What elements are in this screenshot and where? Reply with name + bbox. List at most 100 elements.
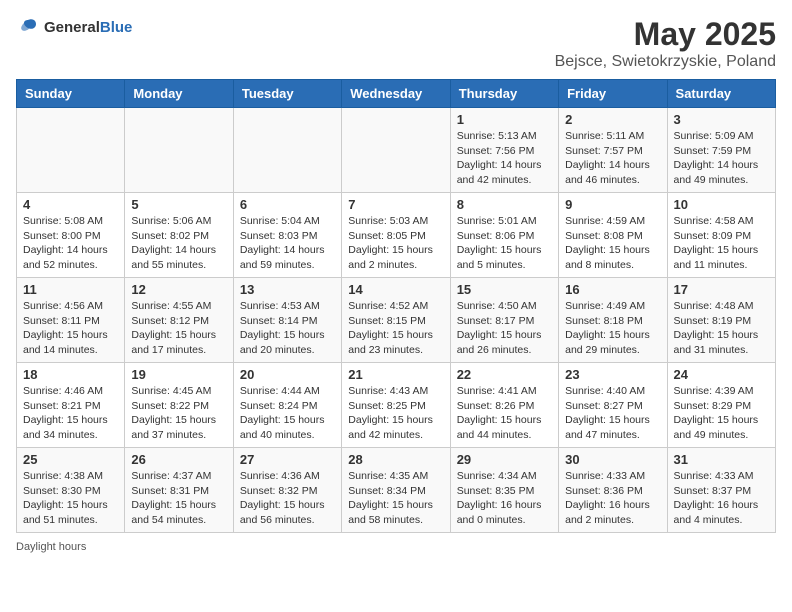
day-number: 24 bbox=[674, 367, 769, 382]
logo-blue: Blue bbox=[100, 19, 133, 36]
calendar-cell: 25Sunrise: 4:38 AM Sunset: 8:30 PM Dayli… bbox=[17, 448, 125, 533]
calendar-week-row: 1 Sunrise: 5:13 AM Sunset: 7:56 PM Daylig… bbox=[17, 108, 776, 193]
day-info: Sunrise: 4:36 AM Sunset: 8:32 PM Dayligh… bbox=[240, 469, 335, 528]
day-number: 26 bbox=[131, 452, 226, 467]
day-info: Sunrise: 4:38 AM Sunset: 8:30 PM Dayligh… bbox=[23, 469, 118, 528]
calendar-cell: 10Sunrise: 4:58 AM Sunset: 8:09 PM Dayli… bbox=[667, 193, 775, 278]
logo-icon bbox=[16, 16, 40, 40]
subtitle: Bejsce, Swietokrzyskie, Poland bbox=[555, 53, 776, 71]
day-number: 14 bbox=[348, 282, 443, 297]
day-number: 1 bbox=[457, 112, 552, 127]
calendar-cell: 7 Sunrise: 5:03 AM Sunset: 8:05 PM Daylig… bbox=[342, 193, 450, 278]
day-number: 6 bbox=[240, 197, 335, 212]
calendar-cell: 9Sunrise: 4:59 AM Sunset: 8:08 PM Daylig… bbox=[559, 193, 667, 278]
day-number: 23 bbox=[565, 367, 660, 382]
calendar-cell: 1 Sunrise: 5:13 AM Sunset: 7:56 PM Daylig… bbox=[450, 108, 558, 193]
day-info: Sunrise: 4:41 AM Sunset: 8:26 PM Dayligh… bbox=[457, 384, 552, 443]
calendar-cell: 16 Sunrise: 4:49 AM Sunset: 8:18 PM Dayli… bbox=[559, 278, 667, 363]
calendar-cell: 30Sunrise: 4:33 AM Sunset: 8:36 PM Dayli… bbox=[559, 448, 667, 533]
day-info: Sunrise: 4:52 AM Sunset: 8:15 PM Dayligh… bbox=[348, 299, 443, 358]
calendar-cell: 21 Sunrise: 4:43 AM Sunset: 8:25 PM Dayli… bbox=[342, 363, 450, 448]
day-number: 12 bbox=[131, 282, 226, 297]
calendar-cell: 11 Sunrise: 4:56 AM Sunset: 8:11 PM Dayli… bbox=[17, 278, 125, 363]
logo-text: GeneralBlue bbox=[44, 19, 132, 37]
day-info: Sunrise: 5:04 AM Sunset: 8:03 PM Dayligh… bbox=[240, 214, 335, 273]
day-info: Sunrise: 4:37 AM Sunset: 8:31 PM Dayligh… bbox=[131, 469, 226, 528]
calendar-table: SundayMondayTuesdayWednesdayThursdayFrid… bbox=[16, 79, 776, 533]
calendar-cell bbox=[125, 108, 233, 193]
day-number: 7 bbox=[348, 197, 443, 212]
calendar-week-row: 4Sunrise: 5:08 AM Sunset: 8:00 PM Daylig… bbox=[17, 193, 776, 278]
day-number: 13 bbox=[240, 282, 335, 297]
day-number: 2 bbox=[565, 112, 660, 127]
day-number: 27 bbox=[240, 452, 335, 467]
day-number: 3 bbox=[674, 112, 769, 127]
calendar-cell: 5Sunrise: 5:06 AM Sunset: 8:02 PM Daylig… bbox=[125, 193, 233, 278]
day-info: Sunrise: 4:43 AM Sunset: 8:25 PM Dayligh… bbox=[348, 384, 443, 443]
header: GeneralBlue May 2025 Bejsce, Swietokrzys… bbox=[16, 16, 776, 71]
day-info: Sunrise: 4:49 AM Sunset: 8:18 PM Dayligh… bbox=[565, 299, 660, 358]
day-number: 17 bbox=[674, 282, 769, 297]
footer-note: Daylight hours bbox=[16, 541, 776, 553]
calendar-week-row: 18Sunrise: 4:46 AM Sunset: 8:21 PM Dayli… bbox=[17, 363, 776, 448]
calendar-cell: 8Sunrise: 5:01 AM Sunset: 8:06 PM Daylig… bbox=[450, 193, 558, 278]
calendar-cell: 20 Sunrise: 4:44 AM Sunset: 8:24 PM Dayli… bbox=[233, 363, 341, 448]
calendar-cell: 4Sunrise: 5:08 AM Sunset: 8:00 PM Daylig… bbox=[17, 193, 125, 278]
day-info: Sunrise: 5:13 AM Sunset: 7:56 PM Dayligh… bbox=[457, 129, 552, 188]
calendar-cell: 23Sunrise: 4:40 AM Sunset: 8:27 PM Dayli… bbox=[559, 363, 667, 448]
day-number: 29 bbox=[457, 452, 552, 467]
calendar-cell: 17Sunrise: 4:48 AM Sunset: 8:19 PM Dayli… bbox=[667, 278, 775, 363]
day-info: Sunrise: 4:56 AM Sunset: 8:11 PM Dayligh… bbox=[23, 299, 118, 358]
day-info: Sunrise: 4:35 AM Sunset: 8:34 PM Dayligh… bbox=[348, 469, 443, 528]
day-number: 20 bbox=[240, 367, 335, 382]
day-info: Sunrise: 4:39 AM Sunset: 8:29 PM Dayligh… bbox=[674, 384, 769, 443]
calendar-week-row: 25Sunrise: 4:38 AM Sunset: 8:30 PM Dayli… bbox=[17, 448, 776, 533]
calendar-cell: 18Sunrise: 4:46 AM Sunset: 8:21 PM Dayli… bbox=[17, 363, 125, 448]
calendar-cell: 15Sunrise: 4:50 AM Sunset: 8:17 PM Dayli… bbox=[450, 278, 558, 363]
day-header-friday: Friday bbox=[559, 80, 667, 108]
day-header-tuesday: Tuesday bbox=[233, 80, 341, 108]
day-number: 30 bbox=[565, 452, 660, 467]
calendar-cell bbox=[17, 108, 125, 193]
day-header-thursday: Thursday bbox=[450, 80, 558, 108]
day-number: 18 bbox=[23, 367, 118, 382]
calendar-cell: 12 Sunrise: 4:55 AM Sunset: 8:12 PM Dayli… bbox=[125, 278, 233, 363]
day-header-saturday: Saturday bbox=[667, 80, 775, 108]
day-info: Sunrise: 4:34 AM Sunset: 8:35 PM Dayligh… bbox=[457, 469, 552, 528]
calendar-cell: 28Sunrise: 4:35 AM Sunset: 8:34 PM Dayli… bbox=[342, 448, 450, 533]
logo: GeneralBlue bbox=[16, 16, 132, 40]
title-area: May 2025 Bejsce, Swietokrzyskie, Poland bbox=[555, 16, 776, 71]
calendar-cell bbox=[342, 108, 450, 193]
daylight-hours-label: Daylight hours bbox=[16, 541, 86, 553]
calendar-cell: 14 Sunrise: 4:52 AM Sunset: 8:15 PM Dayli… bbox=[342, 278, 450, 363]
day-info: Sunrise: 5:03 AM Sunset: 8:05 PM Dayligh… bbox=[348, 214, 443, 273]
calendar-header-row: SundayMondayTuesdayWednesdayThursdayFrid… bbox=[17, 80, 776, 108]
day-info: Sunrise: 4:59 AM Sunset: 8:08 PM Dayligh… bbox=[565, 214, 660, 273]
day-header-wednesday: Wednesday bbox=[342, 80, 450, 108]
day-number: 31 bbox=[674, 452, 769, 467]
day-number: 16 bbox=[565, 282, 660, 297]
day-info: Sunrise: 5:11 AM Sunset: 7:57 PM Dayligh… bbox=[565, 129, 660, 188]
day-header-sunday: Sunday bbox=[17, 80, 125, 108]
day-info: Sunrise: 4:45 AM Sunset: 8:22 PM Dayligh… bbox=[131, 384, 226, 443]
calendar-cell: 19Sunrise: 4:45 AM Sunset: 8:22 PM Dayli… bbox=[125, 363, 233, 448]
calendar-cell: 22Sunrise: 4:41 AM Sunset: 8:26 PM Dayli… bbox=[450, 363, 558, 448]
day-number: 10 bbox=[674, 197, 769, 212]
day-number: 21 bbox=[348, 367, 443, 382]
calendar-cell: 27 Sunrise: 4:36 AM Sunset: 8:32 PM Dayli… bbox=[233, 448, 341, 533]
calendar-cell: 13Sunrise: 4:53 AM Sunset: 8:14 PM Dayli… bbox=[233, 278, 341, 363]
day-number: 5 bbox=[131, 197, 226, 212]
day-number: 8 bbox=[457, 197, 552, 212]
main-title: May 2025 bbox=[555, 16, 776, 53]
day-info: Sunrise: 4:33 AM Sunset: 8:37 PM Dayligh… bbox=[674, 469, 769, 528]
day-info: Sunrise: 4:44 AM Sunset: 8:24 PM Dayligh… bbox=[240, 384, 335, 443]
day-number: 11 bbox=[23, 282, 118, 297]
day-info: Sunrise: 5:09 AM Sunset: 7:59 PM Dayligh… bbox=[674, 129, 769, 188]
day-info: Sunrise: 4:50 AM Sunset: 8:17 PM Dayligh… bbox=[457, 299, 552, 358]
calendar-cell: 6 Sunrise: 5:04 AM Sunset: 8:03 PM Daylig… bbox=[233, 193, 341, 278]
day-info: Sunrise: 4:55 AM Sunset: 8:12 PM Dayligh… bbox=[131, 299, 226, 358]
calendar-cell: 3 Sunrise: 5:09 AM Sunset: 7:59 PM Daylig… bbox=[667, 108, 775, 193]
calendar-cell: 24 Sunrise: 4:39 AM Sunset: 8:29 PM Dayli… bbox=[667, 363, 775, 448]
calendar-cell: 31 Sunrise: 4:33 AM Sunset: 8:37 PM Dayli… bbox=[667, 448, 775, 533]
calendar-week-row: 11 Sunrise: 4:56 AM Sunset: 8:11 PM Dayli… bbox=[17, 278, 776, 363]
